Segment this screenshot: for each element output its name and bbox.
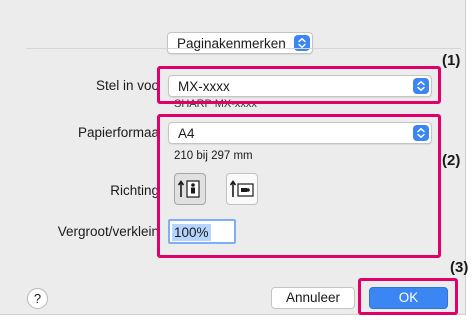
cancel-button[interactable]: Annuleer [271, 287, 355, 309]
callout-box-ok [358, 278, 458, 315]
orientation-label: Richting [110, 183, 159, 198]
printer-label: Stel in voo [95, 78, 159, 93]
callout-box-settings [157, 114, 441, 258]
callout-label-2: (2) [442, 152, 461, 169]
callout-box-printer [157, 66, 441, 104]
paper-size-label: Papierformaa [77, 125, 159, 140]
callout-label-3: (3) [450, 259, 469, 276]
callout-label-1: (1) [442, 52, 461, 69]
scale-label: Vergroot/verklein [57, 224, 159, 239]
section-popup[interactable]: Paginakenmerken [167, 32, 313, 54]
help-button[interactable]: ? [27, 288, 48, 309]
section-divider [26, 48, 461, 49]
